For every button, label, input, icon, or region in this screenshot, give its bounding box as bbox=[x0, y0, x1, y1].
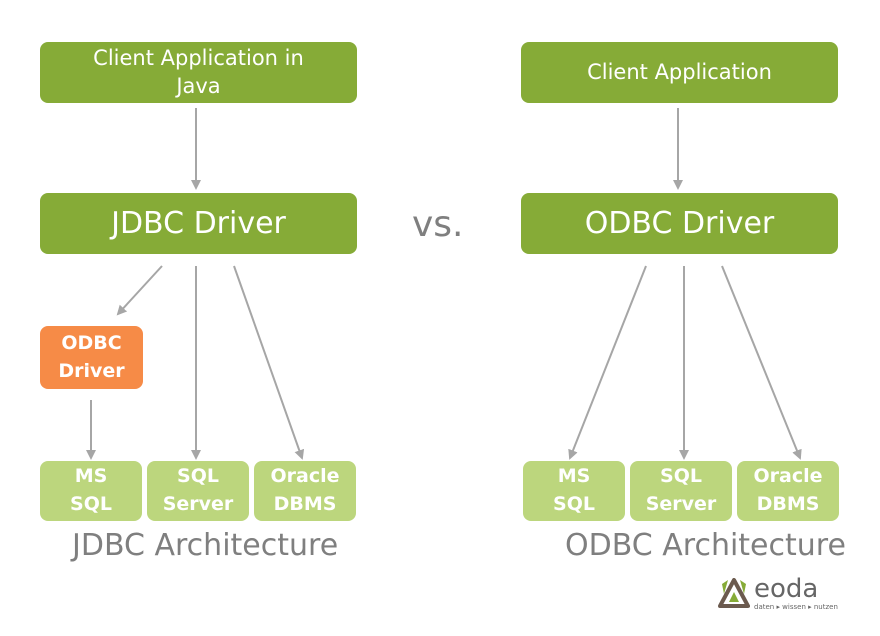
jdbc-db-mssql-box: MS SQL bbox=[40, 461, 142, 521]
arrow-jdbc-to-oracle bbox=[233, 265, 305, 460]
jdbc-db-oracle-box: Oracle DBMS bbox=[254, 461, 356, 521]
jdbc-client-application-label: Client Application in Java bbox=[93, 46, 304, 98]
odbc-bridge-driver-box: ODBC Driver bbox=[40, 326, 143, 389]
odbc-db-mssql-label: MS SQL bbox=[553, 465, 595, 515]
odbc-architecture-caption: ODBC Architecture bbox=[565, 528, 846, 563]
jdbc-driver-box: JDBC Driver bbox=[40, 193, 357, 254]
arrow-odbc-to-oracle bbox=[721, 265, 802, 460]
odbc-db-sqlserver-box: SQL Server bbox=[630, 461, 732, 521]
odbc-driver-box: ODBC Driver bbox=[521, 193, 838, 254]
arrow-odbc-to-mssql bbox=[568, 265, 647, 460]
odbc-db-mssql-box: MS SQL bbox=[523, 461, 625, 521]
jdbc-driver-label: JDBC Driver bbox=[111, 206, 286, 241]
odbc-db-sqlserver-label: SQL Server bbox=[645, 465, 717, 515]
arrow-jdbc-to-odbc-bridge bbox=[116, 265, 163, 316]
jdbc-db-oracle-label: Oracle DBMS bbox=[270, 465, 340, 515]
vs-label: vs. bbox=[412, 204, 464, 245]
eoda-logo-wordmark: eoda bbox=[754, 574, 819, 604]
eoda-logo: eoda daten ▸ wissen ▸ nutzen bbox=[718, 574, 848, 618]
odbc-db-oracle-label: Oracle DBMS bbox=[753, 465, 823, 515]
jdbc-architecture-caption: JDBC Architecture bbox=[72, 528, 339, 563]
odbc-client-application-box: Client Application bbox=[521, 42, 838, 103]
odbc-client-application-label: Client Application bbox=[587, 59, 772, 84]
jdbc-db-sqlserver-box: SQL Server bbox=[147, 461, 249, 521]
eoda-logo-tagline: daten ▸ wissen ▸ nutzen bbox=[754, 603, 838, 611]
odbc-bridge-driver-label: ODBC Driver bbox=[58, 331, 125, 382]
jdbc-client-application-box: Client Application in Java bbox=[40, 42, 357, 103]
jdbc-db-sqlserver-label: SQL Server bbox=[162, 465, 234, 515]
eoda-logo-icon bbox=[718, 578, 750, 608]
jdbc-db-mssql-label: MS SQL bbox=[70, 465, 112, 515]
odbc-db-oracle-box: Oracle DBMS bbox=[737, 461, 839, 521]
odbc-driver-label: ODBC Driver bbox=[584, 206, 775, 241]
